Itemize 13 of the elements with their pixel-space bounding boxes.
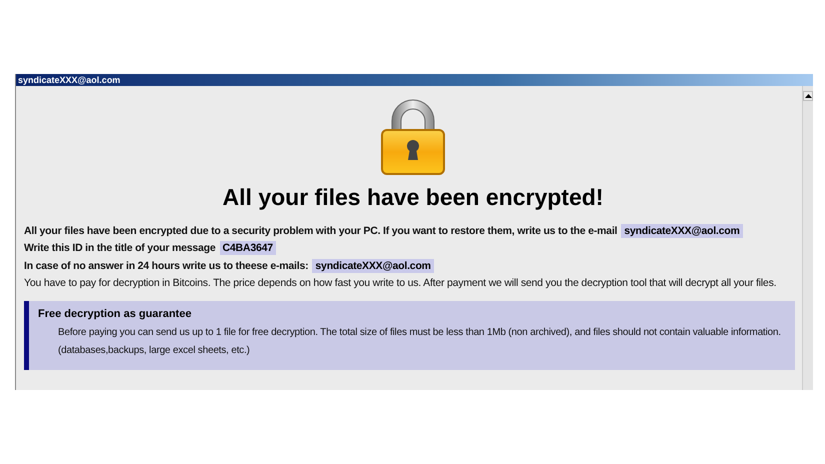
message-text: You have to pay for decryption in Bitcoins. The price depends on how fast you write to us. After payment we will send you the decryption tool that will decrypt all your files. — [24, 277, 776, 290]
scroll-up-button[interactable] — [803, 91, 813, 101]
message-text: Write this ID in the title of your message — [24, 242, 216, 254]
window-title: syndicateXXX@aol.com — [18, 75, 120, 85]
panel-text: Before paying you can send us up to 1 file for free decryption. The total size of files must be less than 1Mb (non archived), and files should not contain valuable information. (databases,backups, large excel sheets, etc.) — [57, 326, 782, 358]
message-text: In case of no answer in 24 hours write us to theese e-mails: — [24, 260, 308, 272]
panel-title: Free decryption as guarantee — [38, 308, 192, 320]
highlighted-text: C4BA3647 — [220, 241, 276, 256]
highlighted-text: syndicateXXX@aol.com — [312, 258, 434, 273]
scrollbar[interactable] — [802, 86, 813, 390]
message-text: All your files have been encrypted due to a security problem with your PC. If you want to restore them, write us to the e-mail — [24, 224, 618, 237]
heading: All your files have been encrypted! — [222, 184, 604, 211]
highlighted-text: syndicateXXX@aol.com — [621, 224, 743, 238]
